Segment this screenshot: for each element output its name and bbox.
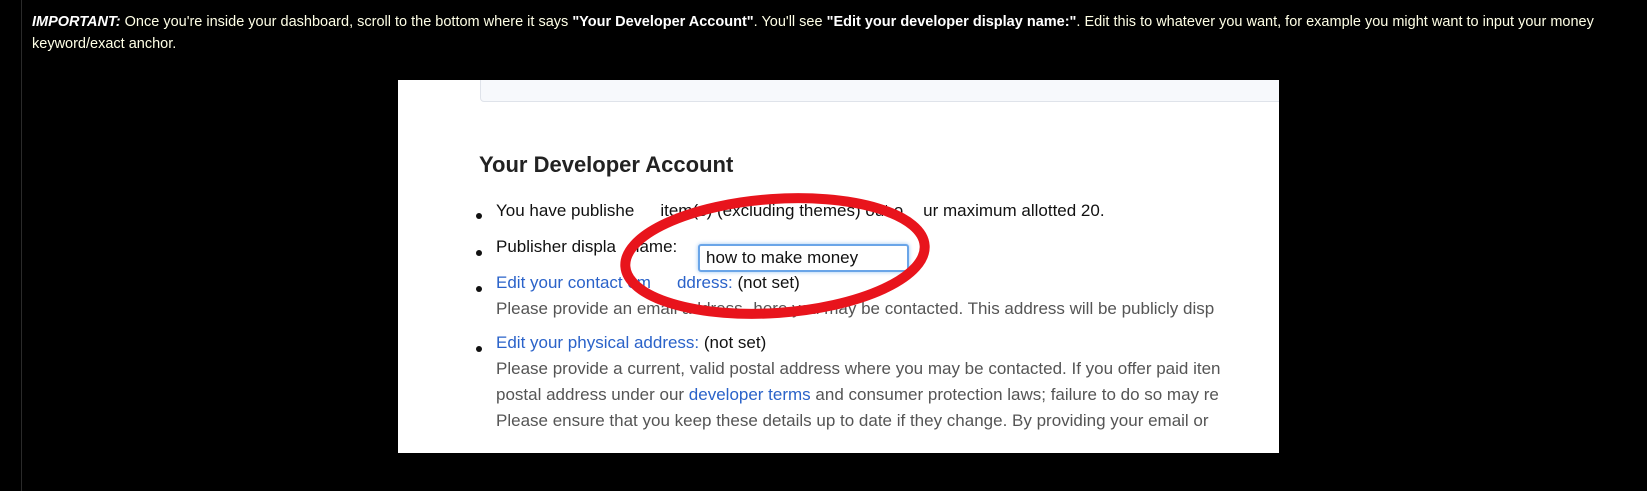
contact-desc-end: here you may be contacted. This address … xyxy=(753,299,1215,318)
edit-physical-address-link[interactable]: Edit your physical address: xyxy=(496,333,699,352)
dashboard-screenshot: Your Developer Account You have publishe… xyxy=(398,80,1279,453)
display-name-input[interactable] xyxy=(698,244,909,272)
published-text-start: You have publishe xyxy=(496,201,635,220)
published-text-middle: item(s) (excluding themes) out o xyxy=(660,201,904,220)
display-name-label: Publisher displa name: xyxy=(496,237,677,257)
developer-account-heading: Your Developer Account xyxy=(479,152,734,177)
left-divider xyxy=(21,0,22,491)
display-name-label-start: Publisher displa xyxy=(496,237,617,256)
previous-section-box xyxy=(480,80,1279,102)
bullet-dot xyxy=(476,250,482,256)
physical-address-description-2: postal address under our developer terms… xyxy=(496,385,1219,405)
instruction-bold-2: "Edit your developer display name:" xyxy=(826,14,1077,30)
instruction-bold-1: "Your Developer Account" xyxy=(572,14,754,30)
instruction-text-2: . You'll see xyxy=(753,14,827,30)
display-name-label-end: name: xyxy=(630,237,678,256)
instruction-text-1: Once you're inside your dashboard, scrol… xyxy=(120,14,573,30)
contact-email-status: (not set) xyxy=(737,273,800,292)
physical-address-row: Edit your physical address: (not set) xyxy=(496,333,766,353)
edit-contact-email-link[interactable]: Edit your contact em ddress: xyxy=(496,273,733,292)
physical-address-description-3: Please ensure that you keep these detail… xyxy=(496,411,1209,430)
contact-desc-start: Please provide an email address xyxy=(496,299,748,318)
contact-email-description: Please provide an email address here you… xyxy=(496,299,1214,319)
contact-link-start: Edit your contact em xyxy=(496,273,651,292)
contact-link-end: ddress: xyxy=(676,273,733,292)
important-label: IMPORTANT: xyxy=(32,14,121,30)
contact-email-row: Edit your contact em ddress: (not set) xyxy=(496,273,800,293)
bullet-dot xyxy=(476,213,482,219)
physical-desc-2-end: and consumer protection laws; failure to… xyxy=(810,385,1219,404)
published-text-end: ur maximum allotted 20. xyxy=(923,201,1105,220)
bullet-dot xyxy=(476,286,482,292)
published-items-text: You have publishe item(s) (excluding them… xyxy=(496,201,1105,221)
developer-terms-link[interactable]: developer terms xyxy=(689,385,811,404)
bullet-dot xyxy=(476,346,482,352)
physical-desc-2-start: postal address under our xyxy=(496,385,689,404)
physical-address-description-1: Please provide a current, valid postal a… xyxy=(496,359,1221,378)
instruction-paragraph: IMPORTANT: Once you're inside your dashb… xyxy=(32,11,1642,55)
physical-address-status: (not set) xyxy=(703,333,767,352)
